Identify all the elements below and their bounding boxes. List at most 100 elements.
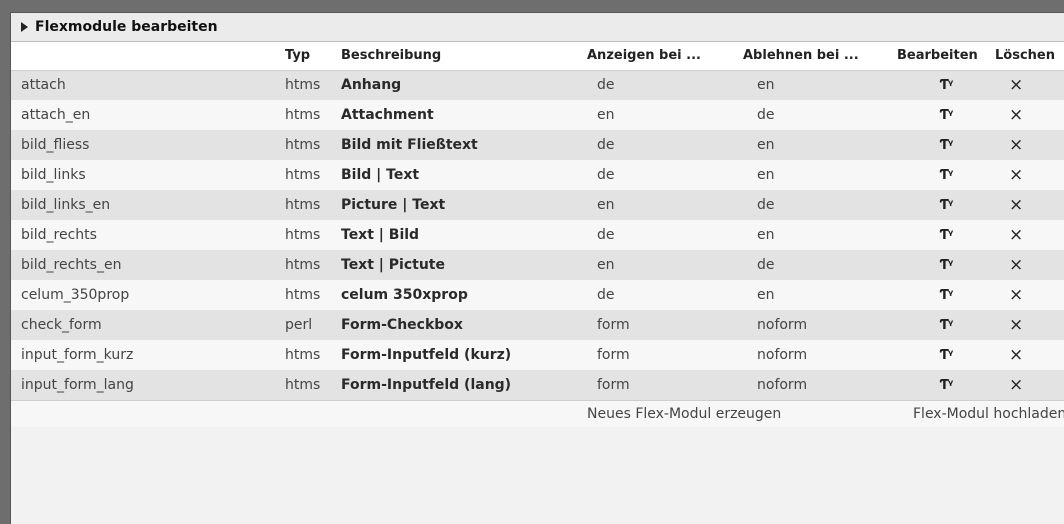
delete-cell: × <box>995 370 1064 400</box>
module-reject: noform <box>757 347 808 363</box>
module-description: Anhang <box>341 77 402 94</box>
module-show: de <box>597 227 615 243</box>
column-header-edit: Bearbeiten <box>897 42 995 71</box>
edit-icon[interactable]: Ƭᵞ <box>940 78 954 93</box>
module-show: de <box>597 137 615 153</box>
module-show: en <box>597 197 615 213</box>
module-name[interactable]: bild_rechts_en <box>11 250 285 280</box>
module-name[interactable]: input_form_lang <box>11 370 285 400</box>
delete-cell: × <box>995 130 1064 160</box>
delete-icon[interactable]: × <box>1009 195 1023 215</box>
edit-icon[interactable]: Ƭᵞ <box>940 138 954 153</box>
new-module-link[interactable]: Neues Flex-Modul erzeugen <box>587 399 897 427</box>
delete-icon[interactable]: × <box>1009 135 1023 155</box>
edit-cell: Ƭᵞ <box>897 100 995 130</box>
module-reject: noform <box>757 317 808 333</box>
module-name[interactable]: input_form_kurz <box>11 340 285 370</box>
module-type: htms <box>285 287 321 303</box>
module-name[interactable]: check_form <box>11 310 285 340</box>
table-row: check_form perl Form-Checkbox form noform Ƭᵞ × <box>11 310 1064 340</box>
delete-icon[interactable]: × <box>1009 255 1023 275</box>
delete-cell: × <box>995 310 1064 340</box>
module-show: en <box>597 107 615 123</box>
module-description: Form-Inputfeld (kurz) <box>341 347 512 363</box>
edit-icon[interactable]: Ƭᵞ <box>940 228 954 243</box>
edit-icon[interactable]: Ƭᵞ <box>940 318 954 333</box>
triangle-right-icon[interactable] <box>21 22 28 32</box>
module-name[interactable]: bild_rechts <box>11 220 285 250</box>
delete-icon[interactable]: × <box>1009 105 1023 125</box>
delete-icon[interactable]: × <box>1009 345 1023 365</box>
module-description: Text | Bild <box>341 227 420 243</box>
module-description: Form-Checkbox <box>341 317 463 333</box>
table-row: celum_350prop htms celum 350xprop de en Ƭᵞ × <box>11 280 1064 310</box>
edit-icon[interactable]: Ƭᵞ <box>940 198 954 213</box>
module-description: Form-Inputfeld (lang) <box>341 376 512 393</box>
edit-cell: Ƭᵞ <box>897 130 995 160</box>
delete-cell: × <box>995 340 1064 370</box>
delete-icon[interactable]: × <box>1009 75 1023 95</box>
table-row: bild_rechts htms Text | Bild de en Ƭᵞ × <box>11 220 1064 250</box>
delete-icon[interactable]: × <box>1009 375 1023 395</box>
edit-cell: Ƭᵞ <box>897 310 995 340</box>
module-type: htms <box>285 197 321 213</box>
panel-titlebar[interactable]: Flexmodule bearbeiten <box>11 13 1064 42</box>
module-name[interactable]: bild_links <box>11 160 285 190</box>
module-reject: de <box>757 197 775 213</box>
module-name[interactable]: attach_en <box>11 100 285 130</box>
module-reject: de <box>757 257 775 273</box>
delete-cell: × <box>995 100 1064 130</box>
panel-title: Flexmodule bearbeiten <box>35 19 218 35</box>
edit-icon[interactable]: Ƭᵞ <box>940 258 954 273</box>
module-name[interactable]: bild_links_en <box>11 190 285 220</box>
module-type: htms <box>285 347 321 363</box>
module-description: Attachment <box>341 107 434 123</box>
delete-icon[interactable]: × <box>1009 315 1023 335</box>
module-description: celum 350xprop <box>341 287 468 303</box>
edit-icon[interactable]: Ƭᵞ <box>940 288 954 303</box>
delete-icon[interactable]: × <box>1009 225 1023 245</box>
delete-icon[interactable]: × <box>1009 165 1023 185</box>
module-name[interactable]: celum_350prop <box>11 280 285 310</box>
module-reject: en <box>757 137 775 153</box>
upload-module-link[interactable]: Flex-Modul hochladen <box>897 399 1064 427</box>
module-type: htms <box>285 107 321 123</box>
module-show: form <box>597 317 630 333</box>
delete-icon[interactable]: × <box>1009 285 1023 305</box>
edit-cell: Ƭᵞ <box>897 370 995 400</box>
column-header-reject: Ablehnen bei ... <box>743 42 897 71</box>
edit-icon[interactable]: Ƭᵞ <box>940 378 954 393</box>
delete-cell: × <box>995 280 1064 310</box>
edit-cell: Ƭᵞ <box>897 190 995 220</box>
module-name[interactable]: bild_fliess <box>11 130 285 160</box>
edit-icon[interactable]: Ƭᵞ <box>940 108 954 123</box>
edit-cell: Ƭᵞ <box>897 340 995 370</box>
module-description: Bild | Text <box>341 167 420 183</box>
module-description: Bild mit Fließtext <box>341 137 478 153</box>
module-show: de <box>597 77 615 94</box>
table-row: bild_rechts_en htms Text | Pictute en de Ƭᵞ × <box>11 250 1064 280</box>
table-row: attach_en htms Attachment en de Ƭᵞ × <box>11 100 1064 130</box>
module-description: Picture | Text <box>341 197 446 213</box>
module-reject: en <box>757 167 775 183</box>
edit-icon[interactable]: Ƭᵞ <box>940 168 954 183</box>
edit-cell: Ƭᵞ <box>897 220 995 250</box>
delete-cell: × <box>995 190 1064 220</box>
column-header-show: Anzeigen bei ... <box>587 42 743 71</box>
module-reject: en <box>757 287 775 303</box>
edit-cell: Ƭᵞ <box>897 250 995 280</box>
column-header-type: Typ <box>285 42 341 71</box>
module-type: htms <box>285 137 321 153</box>
edit-icon[interactable]: Ƭᵞ <box>940 348 954 363</box>
edit-cell: Ƭᵞ <box>897 160 995 190</box>
module-show: de <box>597 167 615 183</box>
edit-cell: Ƭᵞ <box>897 280 995 310</box>
delete-cell: × <box>995 220 1064 250</box>
module-reject: noform <box>757 376 808 393</box>
module-name[interactable]: attach <box>11 70 285 100</box>
edit-cell: Ƭᵞ <box>897 70 995 100</box>
module-show: de <box>597 287 615 303</box>
module-show: form <box>597 347 630 363</box>
table-footer-row: Neues Flex-Modul erzeugen Flex-Modul hoc… <box>11 399 1064 427</box>
module-reject: en <box>757 227 775 243</box>
